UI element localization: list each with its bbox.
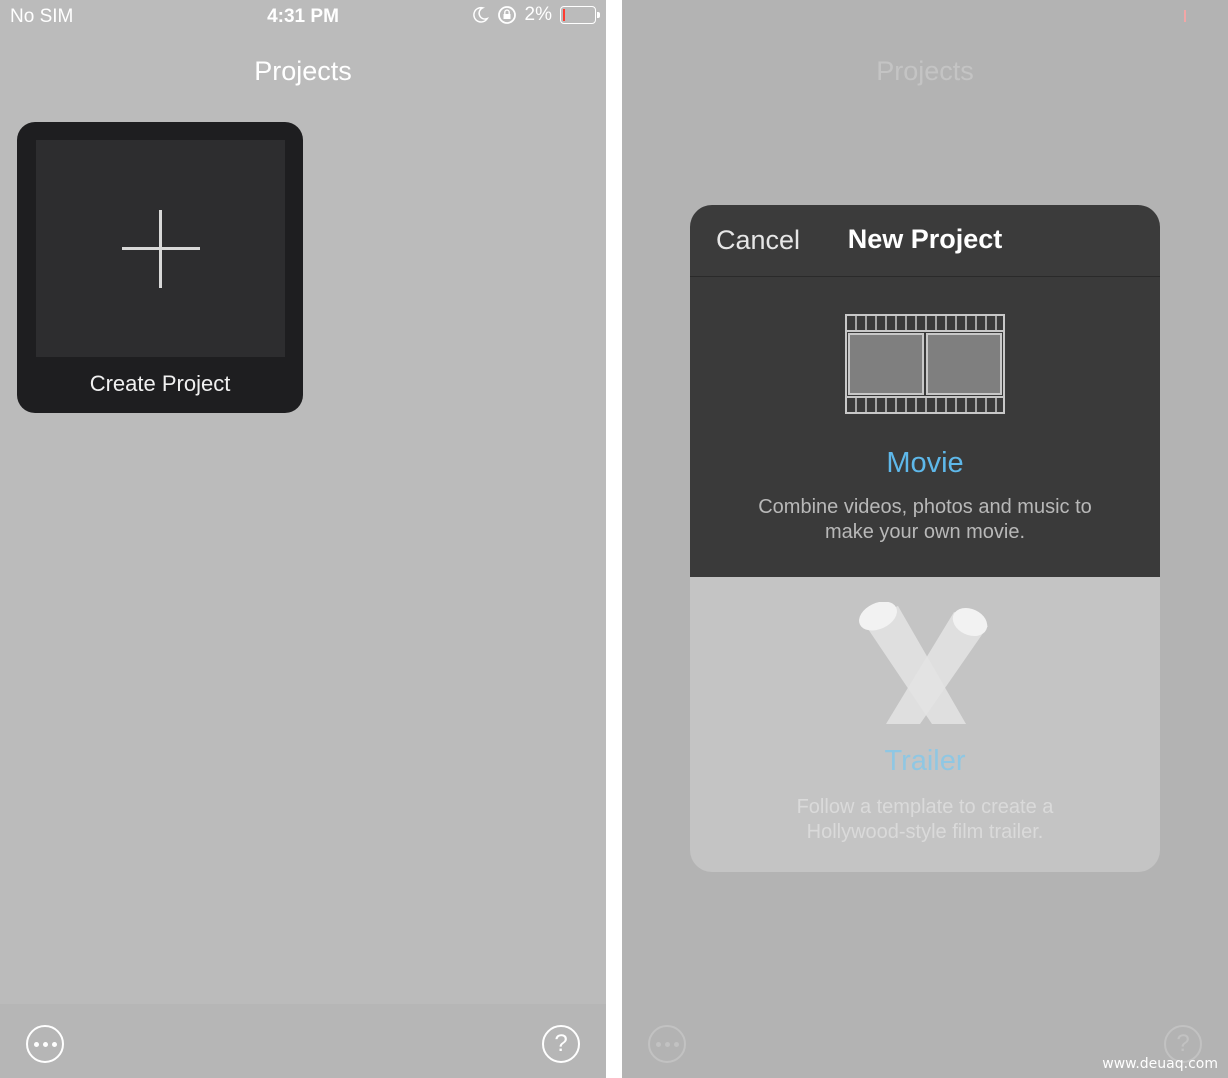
trailer-option-label: Trailer <box>884 745 966 777</box>
status-indicators: 2% <box>471 4 600 26</box>
modal-title: New Project <box>847 224 1003 254</box>
modal-header: Cancel New Project <box>690 205 1160 277</box>
create-project-label: Create Project <box>89 371 231 396</box>
rotation-lock-icon <box>497 6 516 24</box>
spotlights-icon <box>859 602 988 724</box>
more-options-button-dimmed <box>648 1025 686 1063</box>
movie-option[interactable]: Movie Combine videos, photos and music t… <box>690 277 1160 577</box>
new-project-modal: Cancel New Project Movie Combine videos,… <box>690 205 1160 872</box>
ellipsis-icon <box>655 1041 679 1047</box>
battery-indicator-faint <box>1184 10 1186 22</box>
create-project-button[interactable]: Create Project <box>17 122 303 413</box>
movie-option-description: Combine videos, photos and music to make… <box>758 496 1092 543</box>
plus-icon-vertical <box>159 210 162 288</box>
bottom-toolbar: ? <box>0 1004 606 1078</box>
ellipsis-icon <box>33 1041 57 1047</box>
more-options-button[interactable] <box>26 1025 64 1063</box>
new-project-screen: Projects Cancel New Project Movie Combin… <box>622 0 1228 1078</box>
page-title: Projects <box>254 56 352 86</box>
trailer-option[interactable]: Trailer Follow a template to create a Ho… <box>690 577 1160 872</box>
watermark: www.deuaq.com <box>1102 1056 1218 1072</box>
film-strip-icon <box>845 314 1005 414</box>
moon-icon <box>472 6 489 23</box>
projects-screen: No SIM 4:31 PM 2% Projects Create Projec… <box>0 0 606 1078</box>
battery-icon <box>560 6 600 24</box>
trailer-option-description: Follow a template to create a Hollywood-… <box>796 796 1054 843</box>
battery-percent: 2% <box>524 4 552 25</box>
help-button[interactable]: ? <box>542 1025 580 1063</box>
movie-option-label: Movie <box>886 447 964 479</box>
create-project-thumbnail <box>36 140 285 357</box>
page-title-dimmed: Projects <box>876 56 974 86</box>
